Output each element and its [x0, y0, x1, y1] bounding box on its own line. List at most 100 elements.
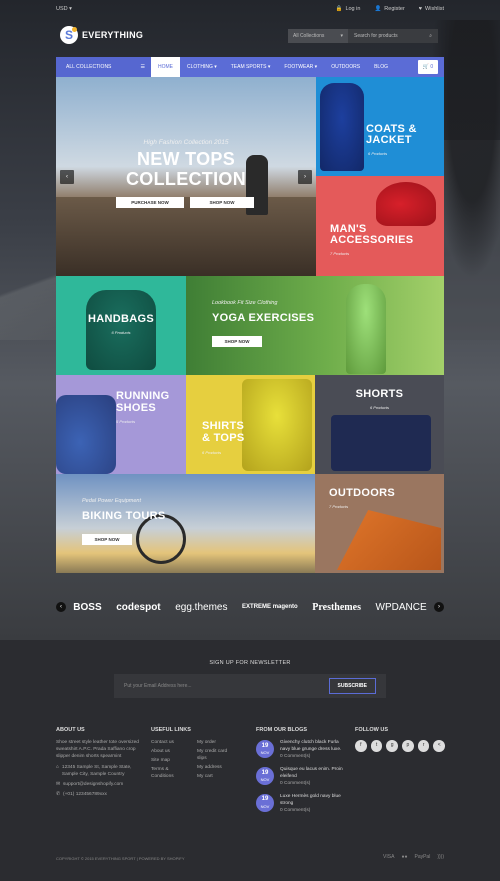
date-badge: 19 NOV	[256, 739, 274, 758]
tile-yoga-exercises[interactable]: Lookbook Fit Size Clothing YOGA EXERCISE…	[186, 276, 444, 375]
tile-title: SHORTS	[355, 388, 404, 400]
site-logo[interactable]: S EVERYTHING	[60, 26, 143, 44]
search-input[interactable]: Search for products ⌕	[348, 29, 438, 43]
twitter-icon[interactable]: t	[370, 739, 383, 752]
hero-slider[interactable]: High Fashion Collection 2015 NEW TOPS CO…	[56, 77, 316, 276]
tile-count: 6 Products	[369, 405, 390, 410]
slider-next-arrow[interactable]: ›	[298, 170, 312, 184]
nav-home[interactable]: HOME	[151, 57, 180, 77]
blog-item[interactable]: 19 NOV Quisque eu lacus enim. Proin eleife…	[256, 766, 348, 788]
tile-biking-tours[interactable]: Pedal Power Equipment BIKING TOURS SHOP …	[56, 474, 315, 573]
partner-logo[interactable]: WPDANCE	[376, 602, 427, 613]
shop-now-button[interactable]: SHOP NOW	[82, 534, 132, 545]
login-link[interactable]: 🔒 Log in	[336, 6, 361, 12]
section-heading: FROM OUR BLOGS	[256, 727, 308, 733]
tile-shirts-tops[interactable]: SHIRTS & TOPS 6 Products	[186, 375, 315, 474]
all-collections-menu[interactable]: ALL COLLECTIONS ☰	[56, 57, 151, 77]
facebook-icon[interactable]: f	[355, 739, 367, 752]
footer-link[interactable]: My order	[197, 740, 237, 747]
footer-link[interactable]: Terms & Conditions	[151, 767, 189, 781]
newsletter-form: Put your Email Address here... SUBSCRIBE	[114, 674, 386, 698]
footer-link[interactable]: About us	[151, 749, 189, 756]
tile-count: 6 Products	[111, 330, 131, 335]
partner-logo[interactable]: BOSS	[73, 602, 101, 613]
home-icon: ⌂	[56, 764, 59, 770]
footer-link[interactable]: Site map	[151, 758, 189, 765]
tile-title: & TOPS	[202, 432, 245, 444]
copyright: COPYRIGHT © 2015 EVERYTHING SPORT | POWE…	[56, 856, 185, 861]
shop-now-button[interactable]: SHOP NOW	[190, 197, 254, 208]
tile-kicker: Lookbook Fit Size Clothing	[212, 300, 278, 306]
nav-team-sports[interactable]: TEAM SPORTS ▾	[224, 57, 278, 77]
tile-title: OUTDOORS	[329, 487, 395, 499]
partner-logo[interactable]: EXTREME magento	[242, 604, 298, 610]
tile-running-shoes[interactable]: RUNNING SHOES 5 Products	[56, 375, 186, 474]
date-badge: 19 NOV	[256, 793, 274, 812]
partner-logo[interactable]: egg.themes	[175, 602, 227, 613]
email-field[interactable]: Put your Email Address here...	[124, 683, 192, 689]
wishlist-link[interactable]: ♥ Wishlist	[419, 6, 444, 12]
tile-coats-jacket[interactable]: COATS & JACKET 6 Products	[316, 77, 444, 176]
currency-select[interactable]: USD ▾	[56, 6, 72, 12]
phone-icon: ✆	[56, 791, 61, 797]
basket-icon: 🛒	[422, 64, 431, 70]
footer-link[interactable]: Contact us	[151, 740, 189, 747]
partner-carousel: ‹ BOSS codespot egg.themes EXTREME magen…	[56, 595, 444, 619]
newsletter-heading: SIGN UP FOR NEWSLETTER	[209, 660, 291, 666]
category-select[interactable]: All Collections ▾	[288, 29, 348, 43]
email-link[interactable]: support@designshopify.com	[63, 782, 123, 789]
paypal-icon: PayPal	[414, 854, 431, 860]
nav-footwear[interactable]: FOOTWEAR ▾	[277, 57, 324, 77]
cart-button[interactable]: 🛒 0	[418, 60, 438, 74]
tile-title: YOGA EXERCISES	[212, 312, 315, 324]
date-badge: 19 NOV	[256, 766, 274, 785]
tile-count: 6 Products	[368, 151, 388, 156]
search-icon[interactable]: ⌕	[429, 33, 432, 39]
tile-handbags[interactable]: HANDBAGS 6 Products	[56, 276, 186, 375]
purchase-now-button[interactable]: PURCHASE NOW	[116, 197, 184, 208]
partner-logo[interactable]: Presthemes	[312, 602, 361, 613]
about-column: ABOUT US Shoe street style leather tote …	[56, 727, 146, 799]
partner-logo[interactable]: codespot	[116, 602, 160, 613]
top-bar: USD ▾ 🔒 Log in 👤 Register ♥ Wishlist	[0, 0, 500, 18]
register-link[interactable]: 👤 Register	[374, 6, 404, 12]
tile-mans-accessories[interactable]: MAN'S ACCESSORIES 7 Products	[316, 176, 444, 276]
section-heading: USEFUL LINKS	[151, 727, 191, 733]
tile-title: RUNNING	[116, 390, 170, 402]
about-text: Shoe street style leather tote oversized…	[56, 739, 139, 759]
useful-links-column: USEFUL LINKS Contact us About us Site ma…	[151, 727, 241, 781]
footer-link[interactable]: My address	[197, 765, 237, 772]
address-text: 12345 Sample St, Sample State, Sample Ci…	[61, 764, 132, 777]
blog-item[interactable]: 19 NOV Givenchy clutch black Furla navy bl…	[256, 739, 348, 761]
rss-icon[interactable]: r	[417, 739, 430, 752]
logo-mark: S	[60, 26, 78, 44]
pinterest-icon[interactable]: p	[402, 739, 414, 752]
lock-icon: 🔒	[335, 6, 343, 12]
carousel-prev-arrow[interactable]: ‹	[56, 602, 66, 612]
tile-shorts[interactable]: SHORTS 6 Products	[315, 375, 444, 474]
share-icon[interactable]: <	[433, 739, 446, 752]
nav-outdoors[interactable]: OUTDOORS	[324, 57, 367, 77]
tile-outdoors[interactable]: OUTDOORS 7 Products	[315, 474, 444, 573]
footer-link[interactable]: My cart	[197, 774, 237, 781]
contactless-icon: ))))	[437, 854, 444, 860]
carousel-next-arrow[interactable]: ›	[434, 602, 444, 612]
tile-kicker: Pedal Power Equipment	[82, 498, 142, 504]
payment-icons: VISA ●● PayPal ))))	[383, 854, 444, 860]
tile-title: JACKET	[366, 134, 412, 146]
google-plus-icon[interactable]: g	[386, 739, 399, 752]
section-heading: ABOUT US	[56, 727, 85, 733]
nav-clothing[interactable]: CLOTHING ▾	[180, 57, 224, 77]
follow-column: FOLLOW US f t g p r <	[355, 727, 446, 752]
slider-prev-arrow[interactable]: ‹	[60, 170, 74, 184]
phone-text: (+01) 123456789xxx	[63, 791, 107, 797]
blog-item[interactable]: 19 NOV Luxe Hermès gold navy blue strong 0 …	[256, 793, 348, 815]
subscribe-button[interactable]: SUBSCRIBE	[328, 678, 376, 694]
footer-link[interactable]: My credit card slips	[197, 749, 237, 763]
tile-title: ACCESSORIES	[330, 234, 414, 246]
blogs-column: FROM OUR BLOGS 19 NOV Givenchy clutch blac…	[256, 727, 348, 821]
nav-blog[interactable]: BLOG	[367, 57, 395, 77]
main-nav: ALL COLLECTIONS ☰ HOME CLOTHING ▾ TEAM SP…	[56, 57, 444, 77]
shop-now-button[interactable]: SHOP NOW	[212, 336, 262, 347]
visa-icon: VISA	[383, 854, 395, 860]
